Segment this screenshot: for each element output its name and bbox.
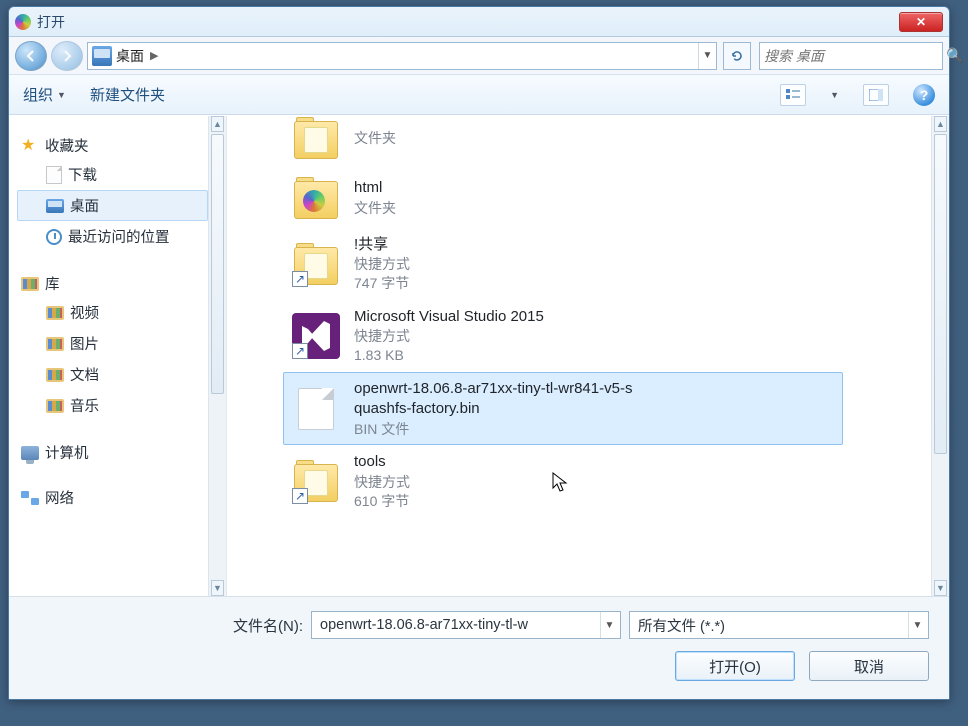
file-pane: 文件夹 html 文件夹 ↗ <box>227 116 949 596</box>
chevron-right-icon: ▶ <box>150 49 158 62</box>
window-title: 打开 <box>37 12 65 32</box>
address-bar[interactable]: 桌面 ▶ ▼ <box>87 42 717 70</box>
refresh-button[interactable] <box>723 42 751 70</box>
search-input[interactable] <box>764 48 946 64</box>
favorites-group: 收藏夹 下载 桌面 最近访问的位置 <box>17 132 208 252</box>
open-button[interactable]: 打开(O) <box>675 651 795 681</box>
list-item[interactable]: ↗ Microsoft Visual Studio 2015 快捷方式 1.83… <box>283 300 843 372</box>
file-icon <box>46 166 62 184</box>
filetype-filter[interactable]: 所有文件 (*.*) ▼ <box>629 611 929 639</box>
scroll-thumb[interactable] <box>934 134 947 454</box>
pane-icon <box>869 89 883 101</box>
libraries-group: 库 视频 图片 文档 音 <box>17 270 208 421</box>
favorites-header[interactable]: 收藏夹 <box>17 132 208 159</box>
list-item-selected[interactable]: openwrt-18.06.8-ar71xx-tiny-tl-wr841-v5-… <box>283 372 843 445</box>
back-button[interactable] <box>15 41 47 71</box>
scroll-down-button[interactable]: ▼ <box>211 580 224 596</box>
new-folder-button[interactable]: 新建文件夹 <box>90 84 165 105</box>
file-list[interactable]: 文件夹 html 文件夹 ↗ <box>227 116 931 596</box>
scroll-up-button[interactable]: ▲ <box>211 116 224 132</box>
view-mode-button[interactable] <box>780 84 806 106</box>
dialog-footer: 文件名(N): openwrt-18.06.8-ar71xx-tiny-tl-w… <box>9 596 949 699</box>
desktop-icon <box>92 46 112 66</box>
view-icon <box>786 89 800 101</box>
cancel-button[interactable]: 取消 <box>809 651 929 681</box>
refresh-icon <box>730 49 744 63</box>
location-label: 桌面 <box>116 46 144 66</box>
sidebar-item-music[interactable]: 音乐 <box>17 390 208 421</box>
chevron-down-icon[interactable]: ▼ <box>908 612 926 638</box>
library-icon <box>21 277 39 291</box>
app-icon <box>15 14 31 30</box>
filename-value: openwrt-18.06.8-ar71xx-tiny-tl-w <box>320 617 600 633</box>
chevron-down-icon[interactable]: ▼ <box>600 612 618 638</box>
scroll-up-button[interactable]: ▲ <box>934 116 947 132</box>
sidebar-item-pictures[interactable]: 图片 <box>17 328 208 359</box>
shortcut-overlay-icon: ↗ <box>292 343 308 359</box>
organize-menu[interactable]: 组织▼ <box>23 84 66 105</box>
documents-icon <box>46 368 64 382</box>
nav-row: 桌面 ▶ ▼ 🔍 <box>9 37 949 75</box>
folder-icon <box>292 116 340 161</box>
list-scrollbar[interactable]: ▲ ▼ <box>931 116 949 596</box>
view-dropdown[interactable]: ▼ <box>830 90 839 100</box>
search-box[interactable]: 🔍 <box>759 42 943 70</box>
pictures-icon <box>46 337 64 351</box>
sidebar-item-recent[interactable]: 最近访问的位置 <box>17 221 208 252</box>
desktop-icon <box>46 199 64 213</box>
list-item[interactable]: 文件夹 <box>283 116 843 168</box>
chevron-down-icon: ▼ <box>57 90 66 100</box>
videos-icon <box>46 306 64 320</box>
list-item[interactable]: ↗ !共享 快捷方式 747 字节 <box>283 228 843 300</box>
star-icon <box>21 137 39 155</box>
search-icon[interactable]: 🔍 <box>946 47 963 64</box>
folder-shortcut-icon: ↗ <box>292 458 340 504</box>
sidebar-item-downloads[interactable]: 下载 <box>17 159 208 190</box>
forward-button[interactable] <box>51 41 83 71</box>
address-dropdown[interactable]: ▼ <box>698 43 716 69</box>
sidebar-item-desktop[interactable]: 桌面 <box>17 190 208 221</box>
file-icon <box>292 386 340 432</box>
scroll-down-button[interactable]: ▼ <box>934 580 947 596</box>
filename-combo[interactable]: openwrt-18.06.8-ar71xx-tiny-tl-w ▼ <box>311 611 621 639</box>
close-button[interactable]: ✕ <box>899 12 943 32</box>
sidebar: 收藏夹 下载 桌面 最近访问的位置 <box>9 116 227 596</box>
toolbar: 组织▼ 新建文件夹 ▼ ? <box>9 75 949 115</box>
filename-label: 文件名(N): <box>233 615 303 636</box>
clock-icon <box>46 229 62 245</box>
dialog-body: 收藏夹 下载 桌面 最近访问的位置 <box>9 115 949 596</box>
network-group: 网络 <box>17 484 208 511</box>
nav-tree: 收藏夹 下载 桌面 最近访问的位置 <box>9 116 208 596</box>
libraries-header[interactable]: 库 <box>17 270 208 297</box>
list-item[interactable]: ↗ tools 快捷方式 610 字节 <box>283 445 843 517</box>
visual-studio-icon: ↗ <box>292 313 340 359</box>
sidebar-item-videos[interactable]: 视频 <box>17 297 208 328</box>
computer-group: 计算机 <box>17 439 208 466</box>
sidebar-item-documents[interactable]: 文档 <box>17 359 208 390</box>
folder-icon <box>292 175 340 221</box>
preview-pane-button[interactable] <box>863 84 889 106</box>
shortcut-overlay-icon: ↗ <box>292 488 308 504</box>
help-button[interactable]: ? <box>913 84 935 106</box>
sidebar-item-network[interactable]: 网络 <box>17 484 208 511</box>
computer-icon <box>21 446 39 460</box>
arrow-left-icon <box>24 49 38 63</box>
open-file-dialog: 打开 ✕ 桌面 ▶ ▼ 🔍 组织▼ 新建文件夹 <box>8 6 950 700</box>
music-icon <box>46 399 64 413</box>
sidebar-scrollbar[interactable]: ▲ ▼ <box>208 116 226 596</box>
list-item[interactable]: html 文件夹 <box>283 168 843 228</box>
shortcut-overlay-icon: ↗ <box>292 271 308 287</box>
folder-shortcut-icon: ↗ <box>292 241 340 287</box>
scroll-thumb[interactable] <box>211 134 224 394</box>
arrow-right-icon <box>60 49 74 63</box>
titlebar: 打开 ✕ <box>9 7 949 37</box>
sidebar-item-computer[interactable]: 计算机 <box>17 439 208 466</box>
network-icon <box>21 491 39 505</box>
